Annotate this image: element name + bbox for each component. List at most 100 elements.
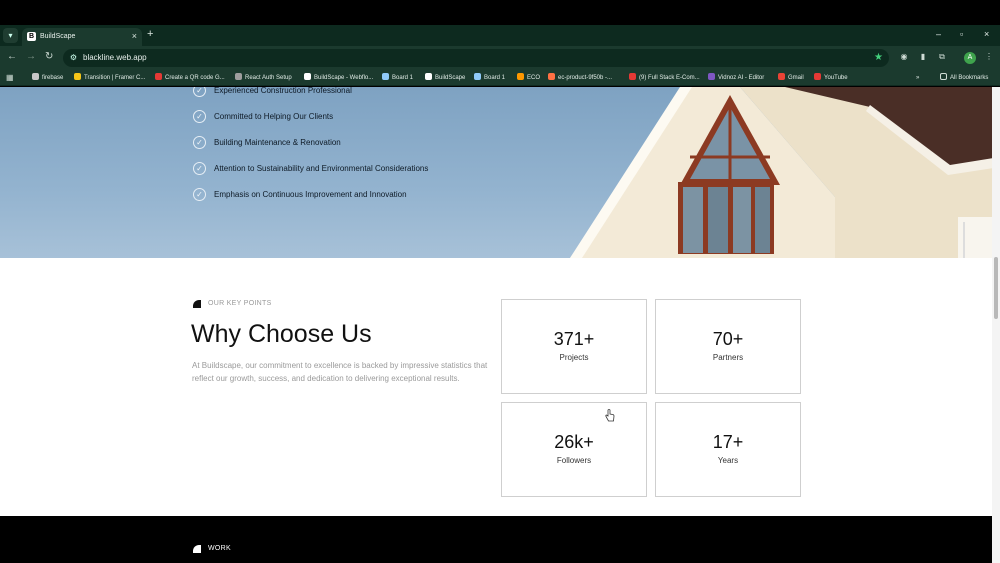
close-window-button[interactable]: × xyxy=(984,28,989,40)
minimize-button[interactable]: – xyxy=(936,28,941,40)
stat-label: Followers xyxy=(556,456,592,465)
profile-avatar[interactable]: A xyxy=(964,52,976,64)
bookmark-star-icon[interactable]: ★ xyxy=(874,51,883,65)
bookmark-favicon-icon xyxy=(517,73,524,80)
stat-card-projects: 371+ Projects xyxy=(501,299,647,394)
work-section: WORK xyxy=(0,516,992,563)
hero-section: ✓ Experienced Construction Professional ✓ C… xyxy=(0,87,992,258)
tab-buildscape[interactable]: B BuildScape × xyxy=(22,28,142,46)
buildscape-favicon-icon: B xyxy=(27,32,36,41)
bookmark-favicon-icon xyxy=(778,73,785,80)
bookmark-label: React Auth Setup xyxy=(245,75,292,81)
new-tab-button[interactable]: + xyxy=(147,27,153,41)
bookmark-item[interactable]: ECO xyxy=(517,72,540,84)
all-bookmarks-folder[interactable]: All Bookmarks xyxy=(940,72,988,84)
bookmark-item[interactable]: (9) Full Stack E-Com... xyxy=(629,72,700,84)
bookmark-label: Transition | Framer C... xyxy=(84,75,146,81)
url-text[interactable]: blackline.web.app xyxy=(83,52,147,64)
check-circle-icon: ✓ xyxy=(193,136,206,149)
bookmark-label: ec-product-9f50b -... xyxy=(558,75,613,81)
check-circle-icon: ✓ xyxy=(193,162,206,175)
page-scrollbar[interactable] xyxy=(992,87,1000,563)
stat-card-years: 17+ Years xyxy=(655,402,801,497)
menu-kebab-icon[interactable]: ⋮ xyxy=(983,51,995,63)
bookmark-item[interactable]: BuildScape - Webflo... xyxy=(304,72,373,84)
forward-arrow-icon[interactable]: → xyxy=(26,50,36,64)
stat-value: 371+ xyxy=(553,329,595,349)
tab-title: BuildScape xyxy=(40,33,76,40)
more-bookmarks-button[interactable]: » xyxy=(916,72,919,84)
bookmark-label: Board 1 xyxy=(392,75,414,81)
hero-list-text: Committed to Helping Our Clients xyxy=(214,112,334,121)
bookmark-favicon-icon xyxy=(474,73,481,80)
bookmark-label: (9) Full Stack E-Com... xyxy=(639,75,700,81)
site-info-icon[interactable]: ⚙ xyxy=(68,52,79,63)
extension-doc-icon[interactable]: ▮ xyxy=(917,51,929,63)
bookmark-favicon-icon xyxy=(32,73,39,80)
letterbox xyxy=(0,0,1000,25)
folder-icon xyxy=(940,73,947,80)
stat-card-partners: 70+ Partners xyxy=(655,299,801,394)
eyebrow-mark-icon xyxy=(193,300,201,308)
bookmark-favicon-icon xyxy=(708,73,715,80)
bookmarks-bar: ▦ firebase Transition | Framer C... Create… xyxy=(0,70,1000,86)
restore-button[interactable]: ▫ xyxy=(960,28,963,40)
hero-list-text: Attention to Sustainability and Environm… xyxy=(214,164,429,173)
bookmark-label: YouTube xyxy=(824,75,848,81)
check-circle-icon: ✓ xyxy=(193,87,206,97)
bookmark-label: BuildScape - Webflo... xyxy=(314,75,374,81)
bookmark-favicon-icon xyxy=(235,73,242,80)
apps-grid-icon[interactable]: ▦ xyxy=(6,73,15,82)
bookmark-item[interactable]: BuildScape xyxy=(425,72,465,84)
hero-list-text: Experienced Construction Professional xyxy=(214,87,352,95)
bookmark-label: Gmail xyxy=(788,75,804,81)
check-circle-icon: ✓ xyxy=(193,110,206,123)
extensions-puzzle-icon[interactable]: ⧉ xyxy=(936,51,948,63)
stat-card-followers: 26k+ Followers xyxy=(501,402,647,497)
bookmark-favicon-icon xyxy=(382,73,389,80)
browser-toolbar: ← → ↻ ⚙ blackline.web.app ★ ◉ ▮ ⧉ ⋮ xyxy=(0,46,1000,70)
reload-icon[interactable]: ↻ xyxy=(45,50,53,64)
bookmark-item[interactable]: Create a QR code G... xyxy=(155,72,225,84)
extension-icon[interactable]: ◉ xyxy=(898,51,910,63)
bookmark-item[interactable]: ec-product-9f50b -... xyxy=(548,72,612,84)
back-arrow-icon[interactable]: ← xyxy=(7,50,17,64)
bookmark-label: Board 1 xyxy=(484,75,506,81)
work-mark-icon xyxy=(193,545,201,553)
bookmark-item[interactable]: Transition | Framer C... xyxy=(74,72,145,84)
bookmark-favicon-icon xyxy=(74,73,81,80)
all-bookmarks-label: All Bookmarks xyxy=(950,75,989,81)
bookmark-item[interactable]: Gmail xyxy=(778,72,804,84)
bookmark-item[interactable]: Board 1 xyxy=(474,72,505,84)
tab-close-icon[interactable]: × xyxy=(132,30,137,42)
bookmark-label: ECO xyxy=(527,75,541,81)
hand-cursor-icon xyxy=(605,409,615,422)
bookmark-favicon-icon xyxy=(425,73,432,80)
work-label: WORK xyxy=(208,545,231,552)
bookmark-favicon-icon xyxy=(304,73,311,80)
bookmark-label: Create a QR code G... xyxy=(165,75,225,81)
bookmark-favicon-icon xyxy=(629,73,636,80)
bookmark-label: Vidnoz AI - Editor xyxy=(718,75,765,81)
stat-value: 70+ xyxy=(712,329,744,349)
hero-list-text: Building Maintenance & Renovation xyxy=(214,138,341,147)
stat-value: 26k+ xyxy=(554,432,594,452)
bookmark-favicon-icon xyxy=(814,73,821,80)
eyebrow-text: OUR KEY POINTS xyxy=(208,300,272,307)
bookmark-item[interactable]: Vidnoz AI - Editor xyxy=(708,72,764,84)
bookmark-item[interactable]: firebase xyxy=(32,72,63,84)
hero-list-text: Emphasis on Continuous Improvement and I… xyxy=(214,190,407,199)
bookmark-favicon-icon xyxy=(548,73,555,80)
house-image xyxy=(570,87,992,258)
address-bar[interactable]: ⚙ blackline.web.app ★ xyxy=(63,49,889,67)
stat-label: Projects xyxy=(559,353,589,362)
tab-search-icon[interactable]: ▾ xyxy=(3,28,18,43)
stat-label: Partners xyxy=(712,353,744,362)
bookmark-item[interactable]: React Auth Setup xyxy=(235,72,292,84)
bookmark-label: BuildScape xyxy=(435,75,466,81)
section-title: Why Choose Us xyxy=(191,320,372,348)
bookmark-item[interactable]: Board 1 xyxy=(382,72,413,84)
scrollbar-thumb[interactable] xyxy=(994,257,998,319)
page-viewport: ✓ Experienced Construction Professional ✓ C… xyxy=(0,87,992,563)
bookmark-item[interactable]: YouTube xyxy=(814,72,848,84)
